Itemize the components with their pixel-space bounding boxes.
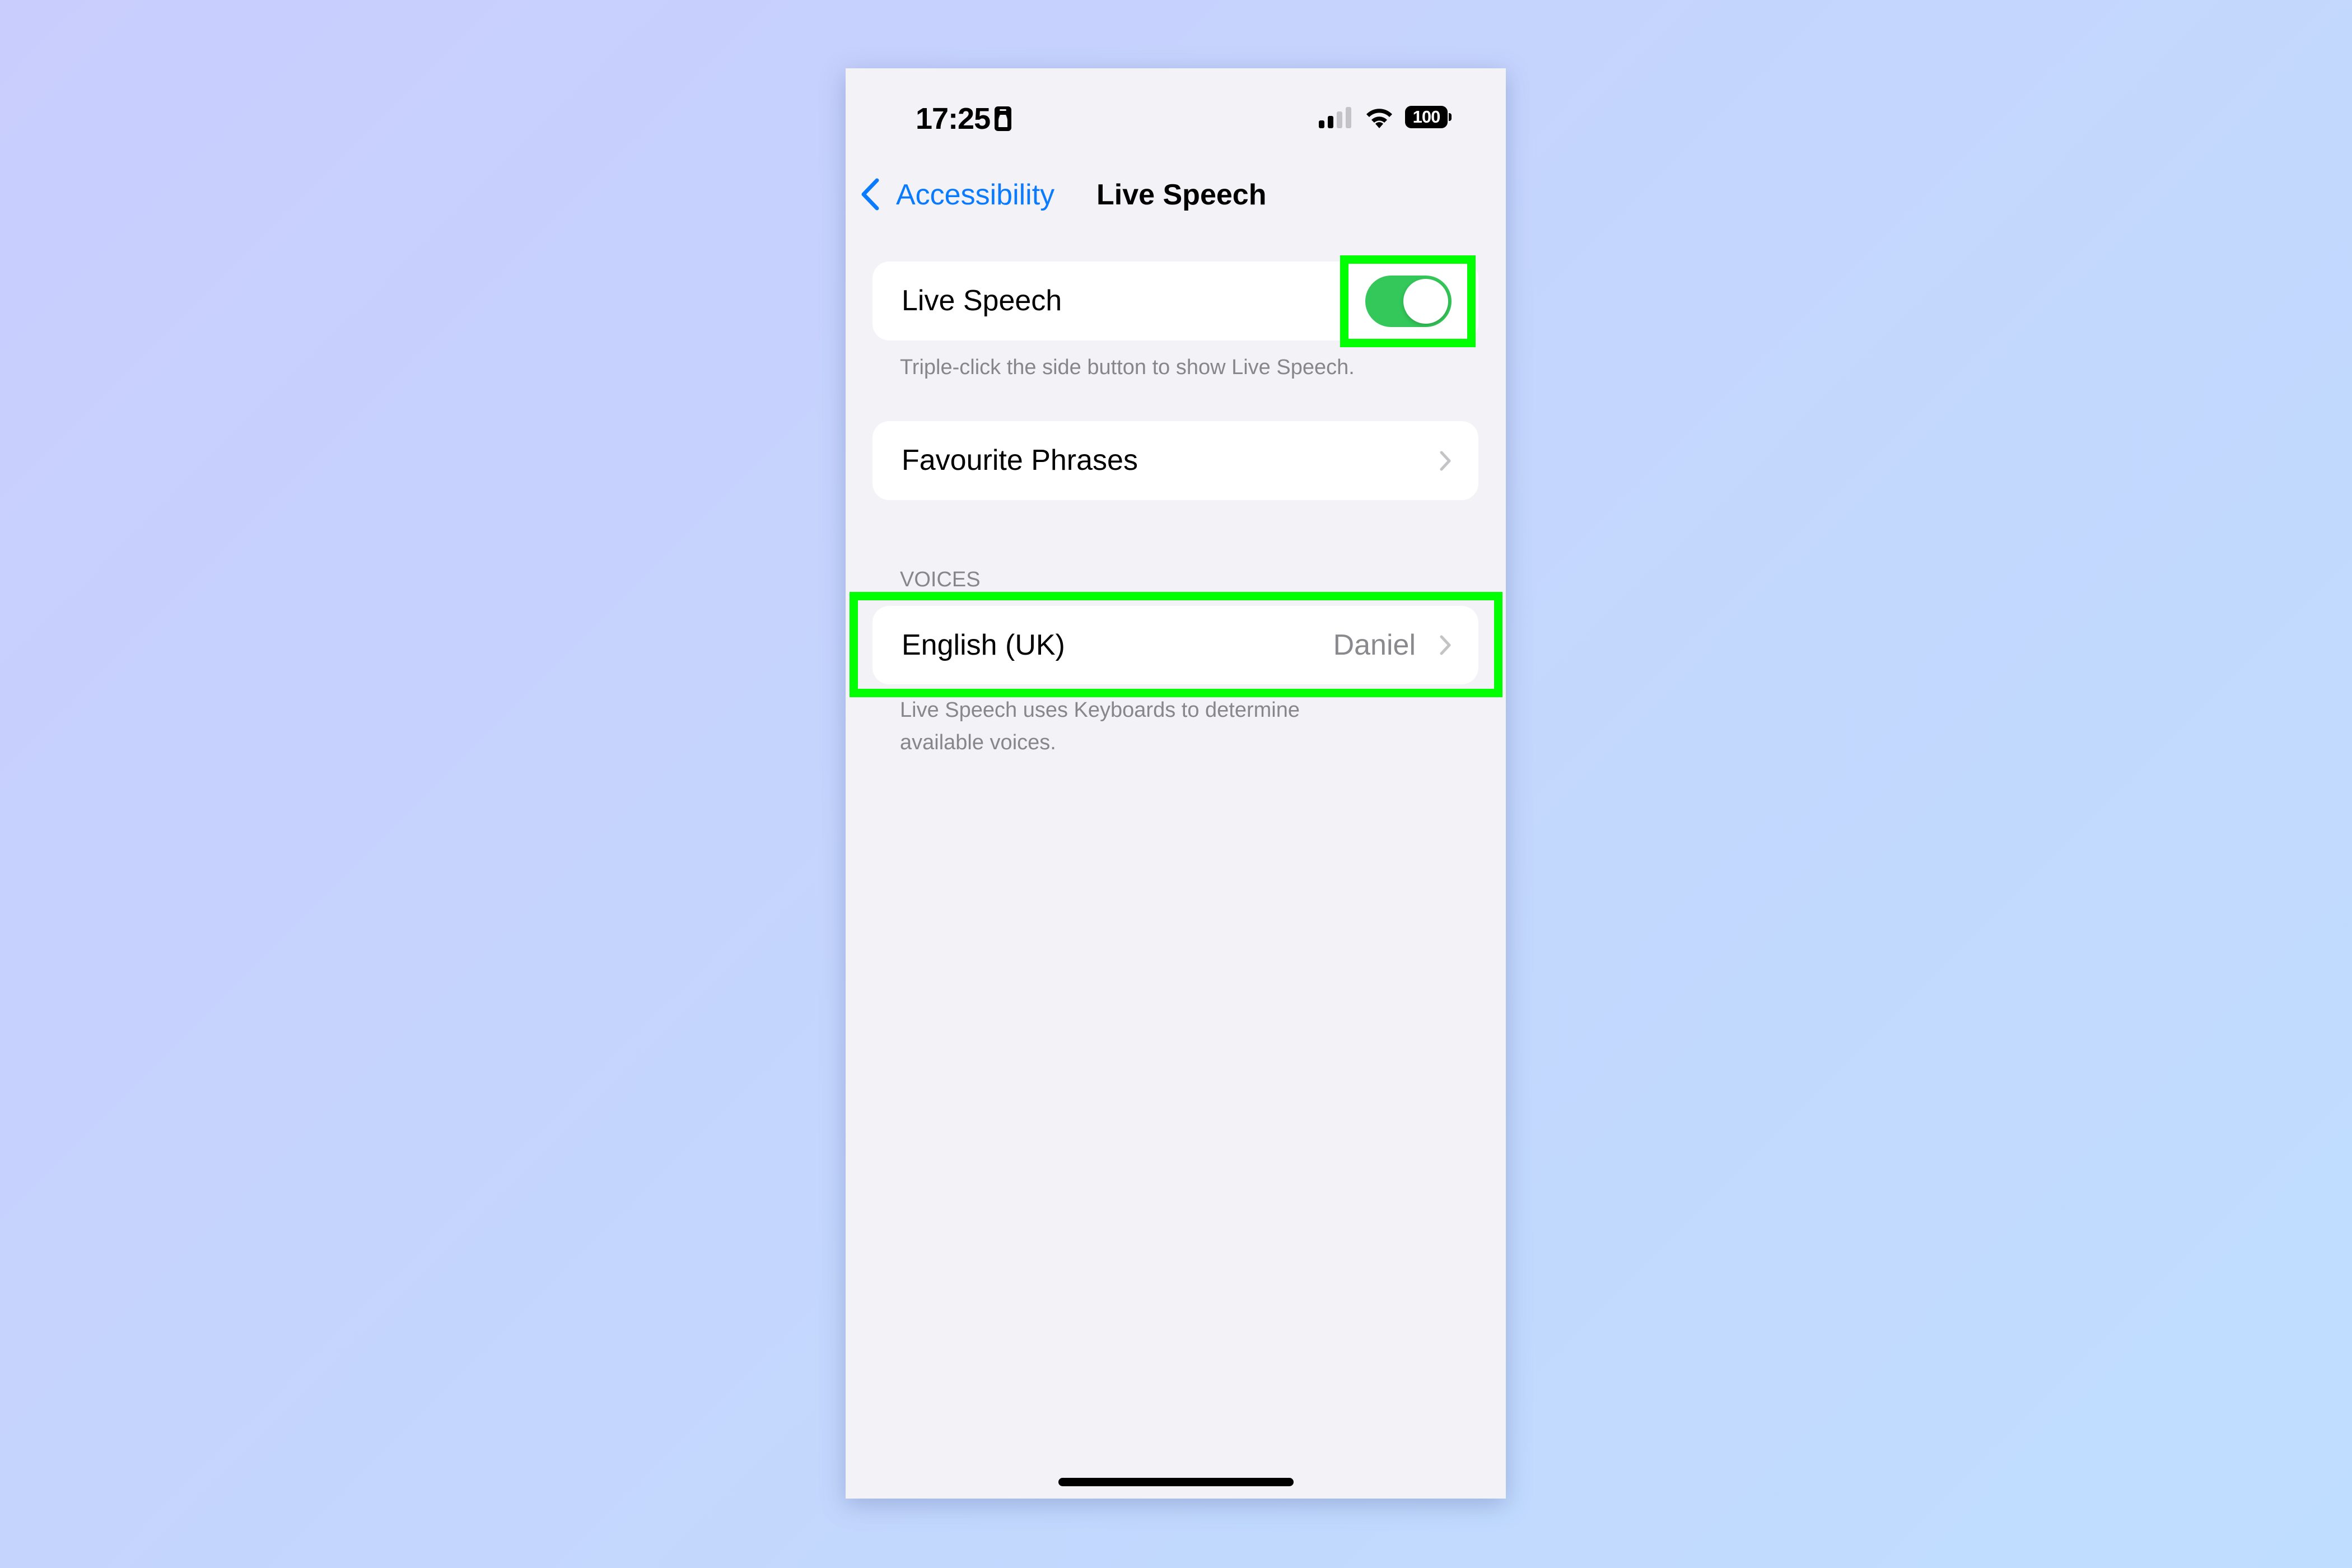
live-speech-footer: Triple-click the side button to show Liv… (900, 356, 1355, 379)
home-indicator[interactable] (1058, 1478, 1294, 1486)
cellular-signal-icon (1319, 107, 1352, 128)
back-label[interactable]: Accessibility (896, 178, 1054, 212)
voices-footer-line2: available voices. (900, 731, 1056, 754)
signal-bar (1346, 107, 1351, 128)
phone-screen: 17:25 100 Accessibility Live Speech Live… (846, 68, 1506, 1499)
live-speech-row: Live Speech (872, 262, 1478, 340)
voices-section-header: VOICES (900, 568, 981, 591)
voice-language-label: English (UK) (902, 629, 1065, 661)
voice-row-english-uk[interactable]: English (UK) Daniel (872, 606, 1478, 684)
chevron-left-icon[interactable] (860, 178, 880, 211)
favourite-phrases-row[interactable]: Favourite Phrases (872, 421, 1478, 500)
battery-nub (1449, 113, 1452, 121)
signal-bar (1319, 120, 1324, 128)
signal-bar (1328, 116, 1333, 128)
status-time: 17:25 (916, 102, 991, 136)
favourite-phrases-label: Favourite Phrases (902, 444, 1138, 477)
person-card-icon (995, 106, 1011, 131)
chevron-right-icon (1440, 635, 1451, 655)
toggle-knob (1403, 279, 1448, 324)
voices-footer-line1: Live Speech uses Keyboards to determine (900, 698, 1300, 722)
live-speech-label: Live Speech (902, 284, 1062, 317)
voice-name-value: Daniel (1333, 629, 1416, 661)
live-speech-toggle[interactable] (1365, 276, 1452, 327)
page-title: Live Speech (1096, 179, 1267, 211)
wifi-icon (1366, 109, 1392, 128)
signal-bar (1337, 111, 1342, 128)
battery-indicator: 100 (1405, 106, 1448, 128)
chevron-right-icon (1440, 451, 1451, 471)
